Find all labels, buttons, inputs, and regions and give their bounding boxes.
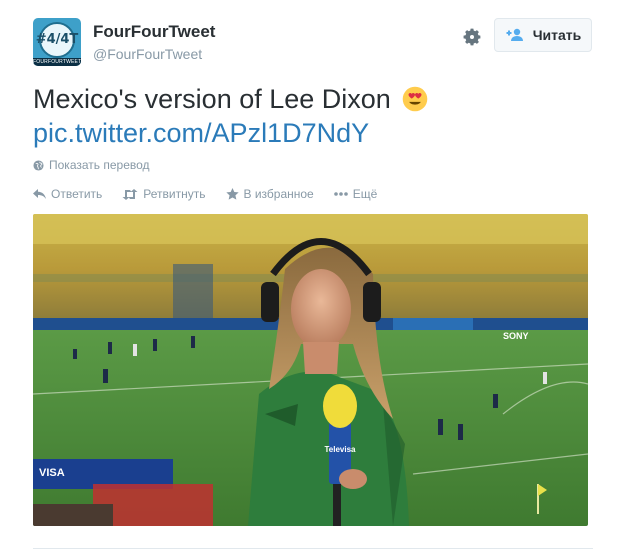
tweet-text: Mexico's version of Lee Dixon pic.twitte… [33, 82, 593, 150]
globe-icon [33, 159, 44, 171]
stadium-reporter-image: Televisa SONY VISA [33, 214, 588, 526]
favorite-button[interactable]: В избранное [225, 187, 314, 201]
add-user-icon [506, 28, 523, 41]
more-label: Ещё [352, 187, 378, 201]
retweet-button[interactable]: Ретвитнуть [122, 187, 206, 201]
avatar-footer: FOURFOURTWEET [33, 58, 81, 66]
user-handle[interactable]: @FourFourTweet [93, 46, 202, 62]
tweet-photo[interactable]: Televisa SONY VISA [33, 214, 588, 526]
favorite-label: В избранное [243, 187, 314, 201]
tweet-actions: Ответить Ретвитнуть В избранное Ещё [33, 187, 377, 201]
board-brand-text: SONY [503, 331, 529, 341]
avatar[interactable]: #4/4T FOURFOURTWEET [33, 18, 81, 66]
star-icon [225, 188, 239, 200]
heart-eyes-emoji-icon [403, 86, 428, 112]
more-button[interactable]: Ещё [333, 187, 378, 201]
gear-icon[interactable] [461, 26, 483, 48]
reply-icon [33, 188, 46, 199]
board-left-text: VISA [39, 467, 65, 479]
follow-label: Читать [532, 27, 582, 43]
more-dots-icon [333, 192, 348, 196]
tweet-body: Mexico's version of Lee Dixon [33, 84, 391, 114]
translate-label: Показать перевод [49, 158, 150, 172]
tweet-media-link[interactable]: pic.twitter.com/APzl1D7NdY [33, 116, 593, 150]
follow-button[interactable]: Читать [494, 18, 592, 52]
translate-link[interactable]: Показать перевод [33, 158, 150, 172]
retweet-label: Ретвитнуть [143, 187, 206, 201]
mic-brand-text: Televisa [325, 445, 357, 454]
tweet-divider [33, 548, 593, 549]
user-fullname[interactable]: FourFourTweet [93, 22, 215, 42]
reply-label: Ответить [51, 187, 103, 201]
reply-button[interactable]: Ответить [33, 187, 102, 201]
avatar-text: #4/4T [35, 32, 79, 47]
retweet-icon [122, 188, 138, 200]
